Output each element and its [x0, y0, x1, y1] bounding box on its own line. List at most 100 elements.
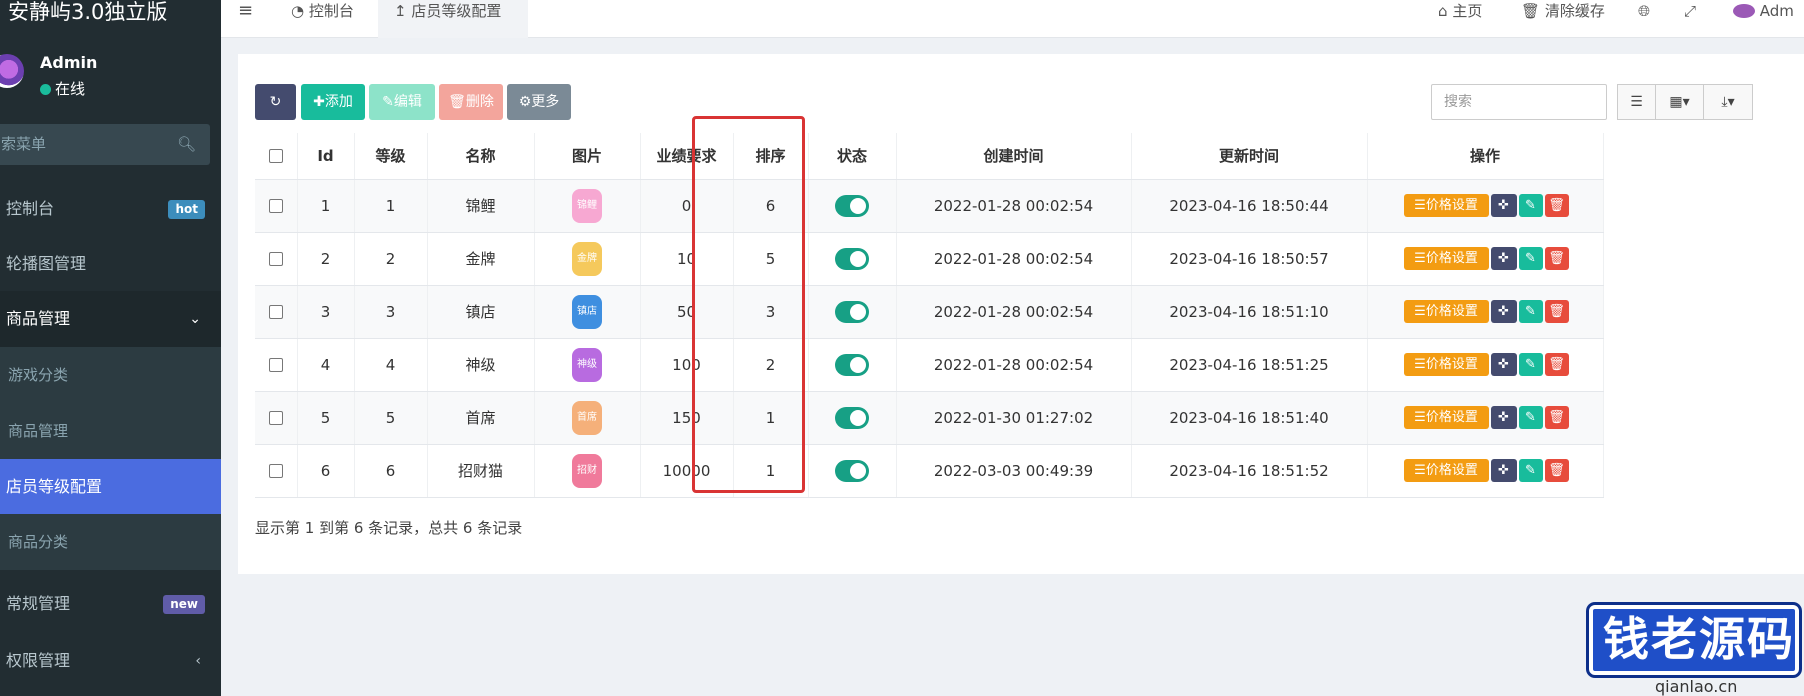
sidebar-item-goods-category[interactable]: 商品分类 — [0, 514, 221, 570]
delete-row-button[interactable]: 🗑︎ — [1544, 247, 1569, 270]
delete-row-button[interactable]: 🗑︎ — [1544, 459, 1569, 482]
cell-image: 首席 — [534, 391, 641, 445]
sidebar-item-label: 权限管理 — [6, 651, 71, 670]
tab-staff-level[interactable]: ↥ 店员等级配置 — [378, 0, 528, 38]
price-setting-button[interactable]: ☰价格设置 — [1403, 194, 1489, 217]
export-button[interactable]: ⤓▾ — [1703, 84, 1753, 120]
delete-row-button[interactable]: 🗑︎ — [1544, 194, 1569, 217]
level-badge-image[interactable]: 锦鲤 — [572, 188, 602, 223]
edit-button[interactable]: ✎编辑 — [369, 84, 435, 120]
row-checkbox[interactable] — [268, 358, 283, 372]
sidebar-search-input[interactable]: 索菜单 🔍︎ — [0, 124, 210, 165]
row-checkbox[interactable] — [268, 411, 283, 425]
status-toggle[interactable] — [835, 300, 869, 323]
add-button[interactable]: ✚添加 — [301, 84, 365, 120]
columns-button[interactable]: ▦▾ — [1655, 84, 1704, 120]
select-all-checkbox[interactable] — [268, 149, 283, 164]
edit-row-button[interactable]: ✎ — [1518, 300, 1543, 323]
row-checkbox[interactable] — [268, 199, 283, 213]
table-row[interactable]: 4 4 神级 神级 100 2 2022-01-28 00:02:54 2023-04-16 … — [255, 338, 1604, 392]
table-row[interactable]: 6 6 招财猫 招财 10000 1 2022-03-03 00:49:39 2023-04-… — [255, 444, 1604, 498]
col-level[interactable]: 等级 — [354, 133, 428, 180]
toggle-view-button[interactable]: ☰ — [1617, 84, 1656, 120]
row-checkbox[interactable] — [268, 305, 283, 319]
status-toggle[interactable] — [835, 353, 869, 376]
table-row[interactable]: 5 5 首席 首席 150 1 2022-01-30 01:27:02 2023-04-16 … — [255, 391, 1604, 445]
col-status[interactable]: 状态 — [808, 133, 897, 180]
status-toggle[interactable] — [835, 194, 869, 217]
delete-button[interactable]: 🗑︎删除 — [439, 84, 503, 120]
drag-handle-icon[interactable]: ✜ — [1490, 353, 1517, 376]
delete-row-button[interactable]: 🗑︎ — [1544, 300, 1569, 323]
col-id[interactable]: Id — [297, 133, 355, 180]
cell-created: 2022-03-03 00:49:39 — [896, 444, 1132, 498]
drag-handle-icon[interactable]: ✜ — [1490, 247, 1517, 270]
price-setting-button[interactable]: ☰价格设置 — [1403, 247, 1489, 270]
level-badge-image[interactable]: 首席 — [572, 400, 602, 435]
drag-handle-icon[interactable]: ✜ — [1490, 300, 1517, 323]
search-icon[interactable]: 🔍︎ — [177, 124, 196, 165]
fullscreen-icon[interactable]: ⤢ — [1684, 0, 1696, 38]
pencil-icon: ✎ — [1525, 357, 1536, 372]
admin-menu[interactable]: Adm — [1733, 0, 1794, 38]
delete-row-button[interactable]: 🗑︎ — [1544, 406, 1569, 429]
sidebar-item-dashboard[interactable]: 控制台 hot — [0, 181, 221, 237]
level-badge-image[interactable]: 神级 — [572, 347, 602, 382]
tab-label: 店员等级配置 — [411, 2, 502, 20]
clear-cache-label: 清除缓存 — [1544, 2, 1605, 20]
sidebar-item-goods-manage[interactable]: 商品管理 — [0, 403, 221, 459]
level-badge-image[interactable]: 招财 — [572, 453, 602, 488]
more-button[interactable]: ⚙更多 — [507, 84, 571, 120]
sidebar-item-goods[interactable]: 商品管理 ⌄ — [0, 291, 221, 347]
edit-row-button[interactable]: ✎ — [1518, 406, 1543, 429]
sidebar-item-general[interactable]: 常规管理 new — [0, 576, 221, 632]
price-setting-button[interactable]: ☰价格设置 — [1403, 353, 1489, 376]
cell-status — [808, 285, 897, 339]
tab-dashboard[interactable]: ◔ 控制台 — [291, 0, 354, 38]
edit-row-button[interactable]: ✎ — [1518, 459, 1543, 482]
drag-handle-icon[interactable]: ✜ — [1490, 194, 1517, 217]
clear-cache-link[interactable]: 🗑︎ 清除缓存 — [1521, 0, 1605, 38]
menu-toggle-icon[interactable]: ≡ — [238, 0, 253, 38]
translate-icon[interactable]: 🌐︎ — [1638, 0, 1650, 38]
trash-icon: 🗑︎ — [1548, 410, 1565, 425]
level-badge-image[interactable]: 金牌 — [572, 241, 602, 276]
sidebar-item-game-category[interactable]: 游戏分类 — [0, 347, 221, 403]
table-row[interactable]: 2 2 金牌 金牌 10 5 2022-01-28 00:02:54 2023-04-16 1… — [255, 232, 1604, 286]
row-select-cell — [255, 444, 298, 498]
table-row[interactable]: 3 3 镇店 镇店 50 3 2022-01-28 00:02:54 2023-04-16 1… — [255, 285, 1604, 339]
col-created[interactable]: 创建时间 — [896, 133, 1132, 180]
sidebar-item-staff-level[interactable]: 店员等级配置 — [0, 459, 221, 515]
col-image[interactable]: 图片 — [534, 133, 641, 180]
refresh-button[interactable]: ↻ — [255, 84, 296, 120]
status-toggle[interactable] — [835, 247, 869, 270]
price-setting-button[interactable]: ☰价格设置 — [1403, 406, 1489, 429]
trash-icon: 🗑︎ — [1548, 304, 1565, 319]
sidebar-item-permission[interactable]: 权限管理 ‹ — [0, 633, 221, 689]
col-name[interactable]: 名称 — [427, 133, 535, 180]
edit-row-button[interactable]: ✎ — [1518, 247, 1543, 270]
level-badge-image[interactable]: 镇店 — [572, 294, 602, 329]
table-search-input[interactable]: 搜索 — [1431, 84, 1607, 120]
cell-name: 锦鲤 — [427, 179, 535, 233]
table-row[interactable]: 1 1 锦鲤 锦鲤 0 6 2022-01-28 00:02:54 2023-04-16 18… — [255, 179, 1604, 233]
price-setting-button[interactable]: ☰价格设置 — [1403, 300, 1489, 323]
edit-row-button[interactable]: ✎ — [1518, 194, 1543, 217]
delete-row-button[interactable]: 🗑︎ — [1544, 353, 1569, 376]
trash-icon: 🗑︎ — [1548, 198, 1565, 213]
row-checkbox[interactable] — [268, 252, 283, 266]
content-card: ↻ ✚添加 ✎编辑 🗑︎删除 ⚙更多 搜索 ☰ ▦▾ ⤓▾ Id 等级 名称 图… — [238, 54, 1804, 574]
watermark: 钱老源码 qianlao.cn — [1585, 605, 1804, 696]
home-link[interactable]: ⌂ 主页 — [1438, 0, 1482, 38]
edit-row-button[interactable]: ✎ — [1518, 353, 1543, 376]
row-checkbox[interactable] — [268, 464, 283, 478]
status-toggle[interactable] — [835, 459, 869, 482]
drag-handle-icon[interactable]: ✜ — [1490, 406, 1517, 429]
status-toggle[interactable] — [835, 406, 869, 429]
drag-handle-icon[interactable]: ✜ — [1490, 459, 1517, 482]
highlight-box — [692, 116, 805, 493]
sidebar-item-carousel[interactable]: 轮播图管理 — [0, 236, 221, 292]
col-updated[interactable]: 更新时间 — [1131, 133, 1368, 180]
price-setting-button[interactable]: ☰价格设置 — [1403, 459, 1489, 482]
online-dot-icon — [40, 84, 51, 95]
